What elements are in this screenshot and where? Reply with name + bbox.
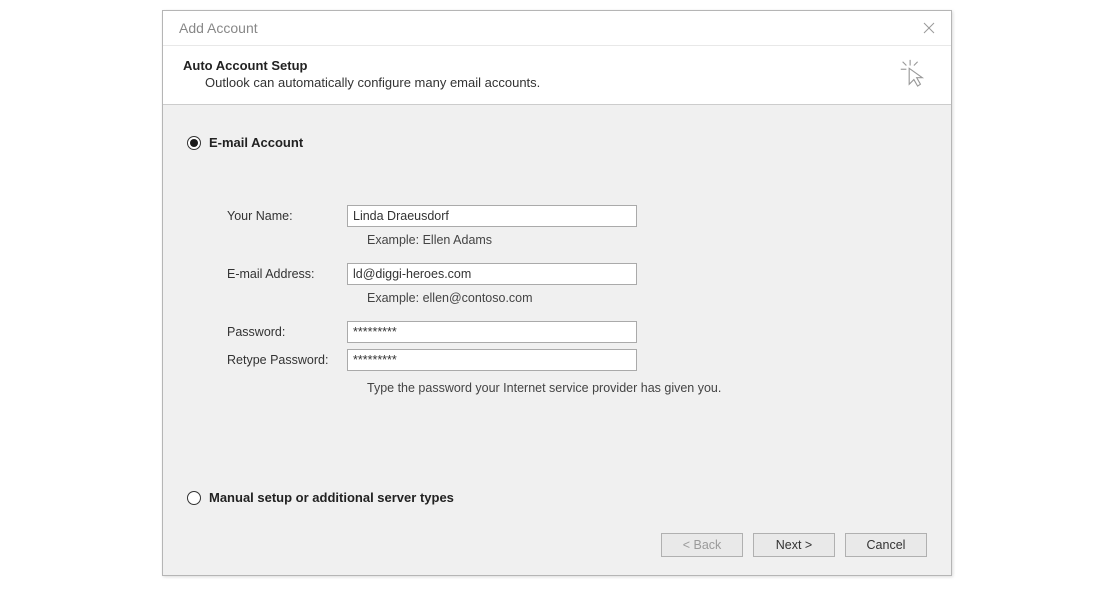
name-label: Your Name:	[227, 209, 347, 223]
header-title: Auto Account Setup	[183, 58, 897, 73]
close-icon	[923, 22, 935, 34]
email-label: E-mail Address:	[227, 267, 347, 281]
manual-setup-radio[interactable]	[187, 491, 201, 505]
retype-row: Retype Password:	[227, 349, 927, 371]
email-example: Example: ellen@contoso.com	[227, 291, 927, 305]
account-form: Your Name: Example: Ellen Adams E-mail A…	[187, 205, 927, 395]
retype-password-input[interactable]	[347, 349, 637, 371]
password-hint: Type the password your Internet service …	[227, 381, 927, 395]
close-button[interactable]	[917, 16, 941, 40]
email-account-radio-row[interactable]: E-mail Account	[187, 135, 927, 150]
cancel-button[interactable]: Cancel	[845, 533, 927, 557]
email-account-radio-label: E-mail Account	[209, 135, 303, 150]
password-input[interactable]	[347, 321, 637, 343]
manual-setup-radio-label: Manual setup or additional server types	[209, 490, 454, 505]
wizard-footer-buttons: < Back Next > Cancel	[661, 533, 927, 557]
manual-setup-radio-row[interactable]: Manual setup or additional server types	[187, 490, 454, 505]
wizard-header-text: Auto Account Setup Outlook can automatic…	[183, 58, 897, 90]
wizard-header: Auto Account Setup Outlook can automatic…	[163, 46, 951, 105]
cursor-click-icon	[897, 58, 927, 88]
password-row: Password:	[227, 321, 927, 343]
wizard-body: E-mail Account Your Name: Example: Ellen…	[163, 105, 951, 575]
window-title: Add Account	[179, 20, 258, 36]
name-example: Example: Ellen Adams	[227, 233, 927, 247]
next-button[interactable]: Next >	[753, 533, 835, 557]
add-account-dialog: Add Account Auto Account Setup Outlook c…	[162, 10, 952, 576]
email-account-radio[interactable]	[187, 136, 201, 150]
back-button[interactable]: < Back	[661, 533, 743, 557]
email-row: E-mail Address:	[227, 263, 927, 285]
name-input[interactable]	[347, 205, 637, 227]
password-label: Password:	[227, 325, 347, 339]
header-subtitle: Outlook can automatically configure many…	[183, 75, 897, 90]
name-row: Your Name:	[227, 205, 927, 227]
retype-label: Retype Password:	[227, 353, 347, 367]
email-input[interactable]	[347, 263, 637, 285]
title-bar: Add Account	[163, 11, 951, 46]
